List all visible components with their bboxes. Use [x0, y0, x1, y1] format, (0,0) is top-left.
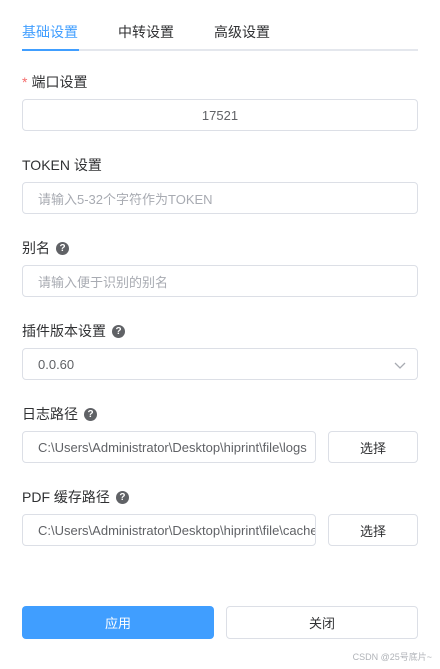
help-icon[interactable]: ? — [112, 324, 125, 338]
settings-tabs: 基础设置 中转设置 高级设置 — [22, 0, 418, 51]
help-icon[interactable]: ? — [84, 407, 97, 421]
plugin-version-select[interactable]: 0.0.60 — [22, 348, 418, 380]
plugin-version-label-text: 插件版本设置 — [22, 323, 106, 339]
tab-relay-settings[interactable]: 中转设置 — [118, 22, 174, 42]
alias-input-placeholder: 请输入便于识别的别名 — [38, 274, 169, 290]
close-button[interactable]: 关闭 — [226, 606, 418, 639]
tab-basic-settings[interactable]: 基础设置 — [22, 22, 78, 42]
alias-label: 别名 ? — [22, 239, 69, 257]
alias-label-text: 别名 — [22, 240, 50, 256]
pdf-cache-path-value: C:\Users\Administrator\Desktop\hiprint\f… — [38, 522, 316, 538]
log-path-value: C:\Users\Administrator\Desktop\hiprint\f… — [38, 439, 307, 455]
pdf-cache-path-label-text: PDF 缓存路径 — [22, 489, 110, 505]
token-label: TOKEN 设置 — [22, 156, 102, 174]
active-tab-indicator — [22, 49, 79, 51]
token-input[interactable]: 请输入5-32个字符作为TOKEN — [22, 182, 418, 214]
plugin-version-label: 插件版本设置 ? — [22, 322, 125, 340]
token-label-text: TOKEN 设置 — [22, 157, 102, 173]
required-mark: * — [22, 74, 28, 90]
port-input[interactable]: 17521 — [22, 99, 418, 131]
watermark: CSDN @25号底片~ — [352, 652, 432, 662]
log-path-select-button[interactable]: 选择 — [328, 431, 418, 463]
port-label: * 端口设置 — [22, 73, 87, 91]
token-input-placeholder: 请输入5-32个字符作为TOKEN — [38, 191, 213, 207]
apply-button[interactable]: 应用 — [22, 606, 214, 639]
port-label-text: 端口设置 — [31, 74, 88, 90]
log-path-input[interactable]: C:\Users\Administrator\Desktop\hiprint\f… — [22, 431, 316, 463]
help-icon[interactable]: ? — [115, 490, 129, 504]
alias-input[interactable]: 请输入便于识别的别名 — [22, 265, 418, 297]
tab-advanced-settings[interactable]: 高级设置 — [214, 22, 270, 42]
plugin-version-value: 0.0.60 — [38, 356, 75, 372]
log-path-label-text: 日志路径 — [22, 406, 78, 422]
port-input-value: 17521 — [201, 107, 239, 123]
pdf-cache-path-input[interactable]: C:\Users\Administrator\Desktop\hiprint\f… — [22, 514, 316, 546]
help-icon[interactable]: ? — [56, 241, 69, 255]
log-path-label: 日志路径 ? — [22, 405, 97, 423]
pdf-cache-path-select-button[interactable]: 选择 — [328, 514, 418, 546]
pdf-cache-path-label: PDF 缓存路径 ? — [22, 488, 129, 506]
chevron-down-icon — [394, 362, 406, 369]
